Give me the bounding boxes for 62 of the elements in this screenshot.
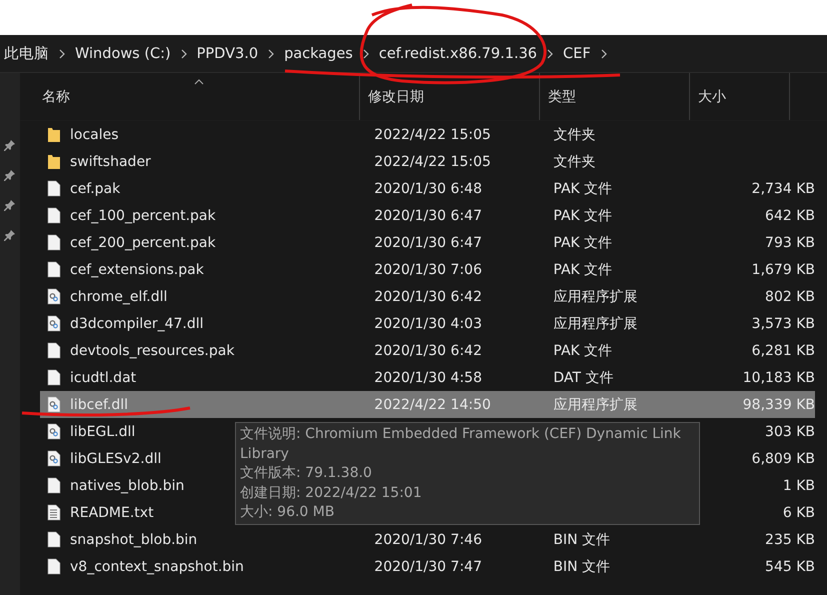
file-size: 6 KB xyxy=(782,504,815,520)
file-type: 文件夹 xyxy=(553,154,596,170)
file-name: swiftshader xyxy=(70,154,151,170)
modified-date: 2020/1/30 7:06 xyxy=(374,262,482,278)
modified-date: 2020/1/30 6:42 xyxy=(374,288,482,304)
file-type: BIN 文件 xyxy=(553,558,610,574)
file-size: 235 KB xyxy=(765,532,815,548)
file-name: cef.pak xyxy=(70,180,120,196)
file-size: 3,573 KB xyxy=(752,316,815,332)
file-name: libcef.dll xyxy=(70,396,128,412)
modified-date: 2020/1/30 6:42 xyxy=(374,342,482,358)
modified-date: 2020/1/30 7:46 xyxy=(374,532,482,548)
modified-date: 2022/4/22 15:05 xyxy=(374,154,491,170)
tooltip-line: 大小: 96.0 MB xyxy=(240,503,336,522)
file-size: 545 KB xyxy=(765,558,815,574)
modified-date: 2022/4/22 15:05 xyxy=(374,126,491,142)
file-type: PAK 文件 xyxy=(553,180,612,196)
tooltip-line: 文件版本: 79.1.38.0 xyxy=(240,464,373,483)
file-size: 642 KB xyxy=(765,208,815,224)
file-name: cef_200_percent.pak xyxy=(70,234,216,250)
file-type: PAK 文件 xyxy=(553,262,612,278)
file-name: icudtl.dat xyxy=(70,370,136,386)
file-size: 10,183 KB xyxy=(742,370,815,386)
file-name: libEGL.dll xyxy=(70,424,136,440)
file-type: 应用程序扩展 xyxy=(553,288,638,304)
modified-date: 2020/1/30 4:58 xyxy=(374,370,482,386)
file-type: BIN 文件 xyxy=(553,532,610,548)
file-type: PAK 文件 xyxy=(553,208,612,224)
file-name: devtools_resources.pak xyxy=(70,342,234,358)
file-name: chrome_elf.dll xyxy=(70,288,168,304)
tooltip-line: 文件说明: Chromium Embedded Framework (CEF) Dynamic Link Library xyxy=(240,425,682,464)
file-size: 793 KB xyxy=(765,234,815,250)
modified-date: 2020/1/30 6:48 xyxy=(374,180,482,196)
file-name: libGLESv2.dll xyxy=(70,450,162,466)
file-name: natives_blob.bin xyxy=(70,478,184,494)
file-name: cef_100_percent.pak xyxy=(70,208,216,224)
file-name: d3dcompiler_47.dll xyxy=(70,316,204,332)
file-size: 98,339 KB xyxy=(742,396,815,412)
file-name: v8_context_snapshot.bin xyxy=(70,558,244,574)
modified-date: 2020/1/30 7:47 xyxy=(374,558,482,574)
tooltip-line: 创建日期: 2022/4/22 15:01 xyxy=(240,484,423,502)
file-name: cef_extensions.pak xyxy=(70,262,204,278)
file-size: 1 KB xyxy=(782,478,815,494)
file-type: PAK 文件 xyxy=(553,234,612,250)
file-name: snapshot_blob.bin xyxy=(70,532,198,548)
file-type: 应用程序扩展 xyxy=(553,396,638,412)
file-size: 6,281 KB xyxy=(752,342,815,358)
modified-date: 2020/1/30 6:47 xyxy=(374,208,482,224)
file-size: 303 KB xyxy=(765,424,815,440)
file-name: README.txt xyxy=(70,504,154,520)
modified-date: 2020/1/30 4:03 xyxy=(374,316,482,332)
modified-date: 2022/4/22 14:50 xyxy=(374,396,491,412)
file-size: 802 KB xyxy=(765,288,815,304)
file-type: DAT 文件 xyxy=(553,370,614,386)
file-type: 应用程序扩展 xyxy=(553,316,638,332)
modified-date: 2020/1/30 6:47 xyxy=(374,234,482,250)
file-size: 6,809 KB xyxy=(752,450,815,466)
file-name: locales xyxy=(70,126,119,142)
file-type: 文件夹 xyxy=(553,126,596,142)
file-size: 2,734 KB xyxy=(752,180,815,196)
file-size: 1,679 KB xyxy=(752,262,815,278)
file-type: PAK 文件 xyxy=(553,342,612,358)
